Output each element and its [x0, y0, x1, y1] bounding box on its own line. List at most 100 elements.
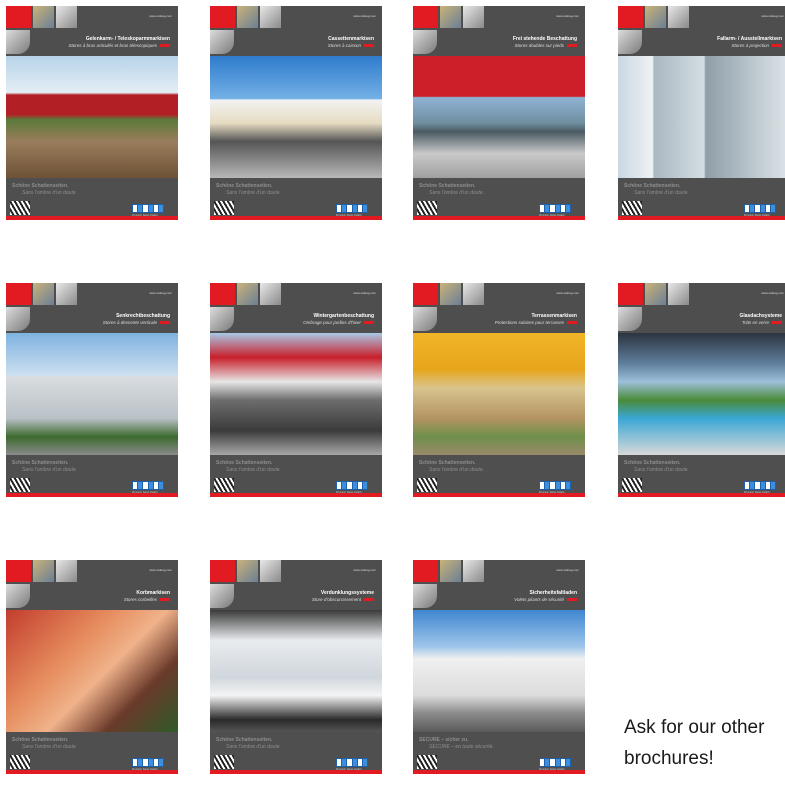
cover-url: www.stobag.com	[761, 14, 784, 18]
brochure-cover[interactable]: www.stobag.com Cassettenmarkisen Stores …	[210, 6, 382, 220]
brochure-cover[interactable]: www.stobag.com Verdunklungssysteme Store…	[210, 560, 382, 774]
cover-url: www.stobag.com	[149, 568, 172, 572]
cover-url: www.stobag.com	[353, 14, 376, 18]
brochure-cover[interactable]: www.stobag.com Frei stehende Beschattung…	[413, 6, 585, 220]
cover-slogan: Schöne Schattenseiten.	[12, 737, 69, 743]
red-bar	[6, 770, 178, 774]
cover-header: www.stobag.com Verdunklungssysteme Store…	[210, 560, 382, 610]
cover-footer: Schöne Schattenseiten. Sans l'ombre d'un…	[6, 455, 178, 497]
cover-subtitle: Stores à descente verticale	[103, 320, 170, 325]
product-detail-icon	[6, 30, 30, 54]
cover-footer: Schöne Schattenseiten. Sans l'ombre d'un…	[210, 178, 382, 220]
brand-logo	[132, 481, 164, 490]
thumbnail-image	[260, 6, 281, 28]
thumbnail-image	[237, 560, 258, 582]
brochure-cover[interactable]: www.stobag.com Terrassenmarkisen Protect…	[413, 283, 585, 497]
thumbnail-image	[668, 283, 689, 305]
thumbnail-image	[237, 6, 258, 28]
cover-photo	[210, 333, 382, 455]
cover-subtitle: Stores doubles sur pieds	[514, 43, 577, 48]
cover-url: www.stobag.com	[556, 568, 579, 572]
cover-header: www.stobag.com Cassettenmarkisen Stores …	[210, 6, 382, 56]
brochure-cover[interactable]: www.stobag.com Sicherheitsfaltladen Vole…	[413, 560, 585, 774]
brand-logo	[336, 758, 368, 767]
product-detail-icon	[413, 307, 437, 331]
red-square	[210, 560, 235, 582]
cover-photo	[413, 333, 585, 455]
cover-header: www.stobag.com Korbmarkisen Stores corbe…	[6, 560, 178, 610]
cover-footer: Schöne Schattenseiten. Sans l'ombre d'un…	[618, 178, 785, 220]
thumbnail-image	[463, 283, 484, 305]
brochure-cover[interactable]: www.stobag.com Glasdachsysteme Toits en …	[618, 283, 785, 497]
cover-subtitle: Volets pliants de sécurité	[514, 597, 577, 602]
cover-title: Frei stehende Beschattung	[512, 36, 577, 42]
cover-photo	[6, 56, 178, 178]
brand-logo	[539, 481, 571, 490]
brand-logo	[744, 481, 776, 490]
cover-header: www.stobag.com Glasdachsysteme Toits en …	[618, 283, 785, 333]
cover-slogan: Schöne Schattenseiten.	[216, 737, 273, 743]
red-square	[6, 560, 31, 582]
cover-header: www.stobag.com Wintergartenbeschattung O…	[210, 283, 382, 333]
cover-slogan-fr: Sans l'ombre d'un doute.	[429, 190, 484, 196]
cover-title: Cassettenmarkisen	[328, 36, 374, 42]
product-detail-icon	[210, 30, 234, 54]
red-bar	[210, 216, 382, 220]
cover-photo	[618, 56, 785, 178]
cover-footer: Schöne Schattenseiten. Sans l'ombre d'un…	[6, 178, 178, 220]
cover-header: www.stobag.com Terrassenmarkisen Protect…	[413, 283, 585, 333]
cover-photo	[6, 610, 178, 732]
cover-photo	[413, 610, 585, 732]
cover-slogan: Schöne Schattenseiten.	[624, 460, 681, 466]
red-bar	[413, 493, 585, 497]
red-bar	[6, 493, 178, 497]
red-square	[210, 6, 235, 28]
zebra-pattern-icon	[417, 201, 437, 215]
brand-logo	[336, 481, 368, 490]
cover-slogan-fr: Sans l'ombre d'un doute.	[226, 190, 281, 196]
cover-slogan: SECURE – sicher zu.	[419, 737, 469, 743]
brochure-cover[interactable]: www.stobag.com Gelenkarm- / Teleskoparmm…	[6, 6, 178, 220]
red-square	[6, 6, 31, 28]
cover-url: www.stobag.com	[149, 291, 172, 295]
cover-title: Verdunklungssysteme	[320, 590, 374, 596]
cover-header: www.stobag.com Senkrechtbeschattung Stor…	[6, 283, 178, 333]
product-detail-icon	[6, 584, 30, 608]
cover-subtitle: Stores à bras articulés et bras télescop…	[68, 43, 170, 48]
thumbnail-image	[440, 560, 461, 582]
brand-logo	[132, 204, 164, 213]
cover-subtitle: Toits en verre	[742, 320, 782, 325]
red-square	[210, 283, 235, 305]
brochure-cover[interactable]: www.stobag.com Fallarm- / Ausstellmarkis…	[618, 6, 785, 220]
red-bar	[413, 770, 585, 774]
brochure-cover[interactable]: www.stobag.com Wintergartenbeschattung O…	[210, 283, 382, 497]
product-detail-icon	[413, 30, 437, 54]
brochure-cover[interactable]: www.stobag.com Korbmarkisen Stores corbe…	[6, 560, 178, 774]
product-detail-icon	[210, 584, 234, 608]
thumbnail-image	[668, 6, 689, 28]
cover-slogan: Schöne Schattenseiten.	[419, 460, 476, 466]
red-square	[413, 283, 438, 305]
cover-photo	[618, 333, 785, 455]
cover-slogan-fr: Sans l'ombre d'un doute.	[22, 744, 77, 750]
cover-slogan: Schöne Schattenseiten.	[624, 183, 681, 189]
cover-footer: Schöne Schattenseiten. Sans l'ombre d'un…	[618, 455, 785, 497]
cover-url: www.stobag.com	[556, 291, 579, 295]
zebra-pattern-icon	[10, 478, 30, 492]
cover-url: www.stobag.com	[149, 14, 172, 18]
red-bar	[210, 493, 382, 497]
zebra-pattern-icon	[214, 201, 234, 215]
cover-title: Korbmarkisen	[136, 590, 170, 596]
product-detail-icon	[413, 584, 437, 608]
brochure-cover[interactable]: www.stobag.com Senkrechtbeschattung Stor…	[6, 283, 178, 497]
thumbnail-image	[33, 6, 54, 28]
thumbnail-image	[260, 283, 281, 305]
cover-slogan: Schöne Schattenseiten.	[216, 183, 273, 189]
cover-slogan-fr: Sans l'ombre d'un doute.	[22, 190, 77, 196]
zebra-pattern-icon	[417, 755, 437, 769]
cover-slogan-fr: Sans l'ombre d'un doute.	[22, 467, 77, 473]
cover-title: Wintergartenbeschattung	[313, 313, 374, 319]
cover-subtitle: Stores corbeilles	[124, 597, 170, 602]
red-bar	[413, 216, 585, 220]
red-bar	[618, 216, 785, 220]
